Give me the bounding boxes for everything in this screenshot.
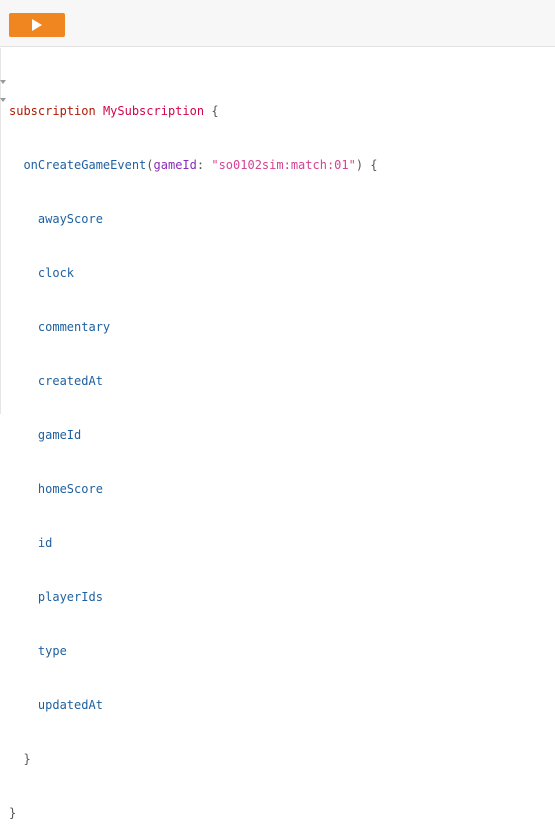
selection-field: updatedAt — [37, 698, 103, 712]
arg-colon: : — [196, 158, 205, 172]
code-line-inner-close: } — [9, 750, 378, 768]
run-query-button[interactable] — [9, 13, 65, 37]
open-brace: { — [211, 104, 219, 118]
code-line-field: awayScore — [9, 210, 378, 228]
code-line-field: homeScore — [9, 480, 378, 498]
selection-field: gameId — [37, 428, 82, 442]
code-line-field: playerIds — [9, 588, 378, 606]
code-line-outer-close: } — [9, 804, 378, 822]
code-line-field: createdAt — [9, 372, 378, 390]
code-line-field: commentary — [9, 318, 378, 336]
code-line-field: gameId — [9, 426, 378, 444]
open-paren: ( — [146, 158, 154, 172]
fold-arrow-icon[interactable] — [0, 90, 6, 102]
selection-field: awayScore — [37, 212, 103, 226]
query-code: subscription MySubscription { onCreateGa… — [9, 66, 378, 828]
toolbar — [0, 0, 555, 47]
argument-value: "so0102sim:match:01" — [211, 158, 356, 172]
keyword-subscription: subscription — [9, 104, 96, 118]
code-line-field: type — [9, 642, 378, 660]
code-line-field: updatedAt — [9, 696, 378, 714]
close-paren-brace: ) { — [355, 158, 378, 172]
fold-arrow-icon[interactable] — [0, 72, 6, 84]
code-line-subscription: subscription MySubscription { — [9, 102, 378, 120]
play-icon — [32, 19, 42, 31]
selection-field: commentary — [37, 320, 111, 334]
operation-name: MySubscription — [102, 104, 205, 118]
subscription-field: onCreateGameEvent — [23, 158, 147, 172]
outer-close-brace: } — [9, 806, 17, 820]
selection-field: clock — [37, 266, 75, 280]
code-line-field: id — [9, 534, 378, 552]
code-line-field: clock — [9, 264, 378, 282]
argument-name: gameId — [153, 158, 197, 172]
code-line-field-call: onCreateGameEvent(gameId: "so0102sim:mat… — [9, 156, 378, 174]
selection-field: type — [37, 644, 67, 658]
selection-field: createdAt — [37, 374, 103, 388]
selection-field: homeScore — [37, 482, 103, 496]
selection-field: playerIds — [37, 590, 103, 604]
query-editor[interactable]: subscription MySubscription { onCreateGa… — [0, 48, 555, 820]
selection-field: id — [37, 536, 53, 550]
inner-close-brace: } — [23, 752, 31, 766]
